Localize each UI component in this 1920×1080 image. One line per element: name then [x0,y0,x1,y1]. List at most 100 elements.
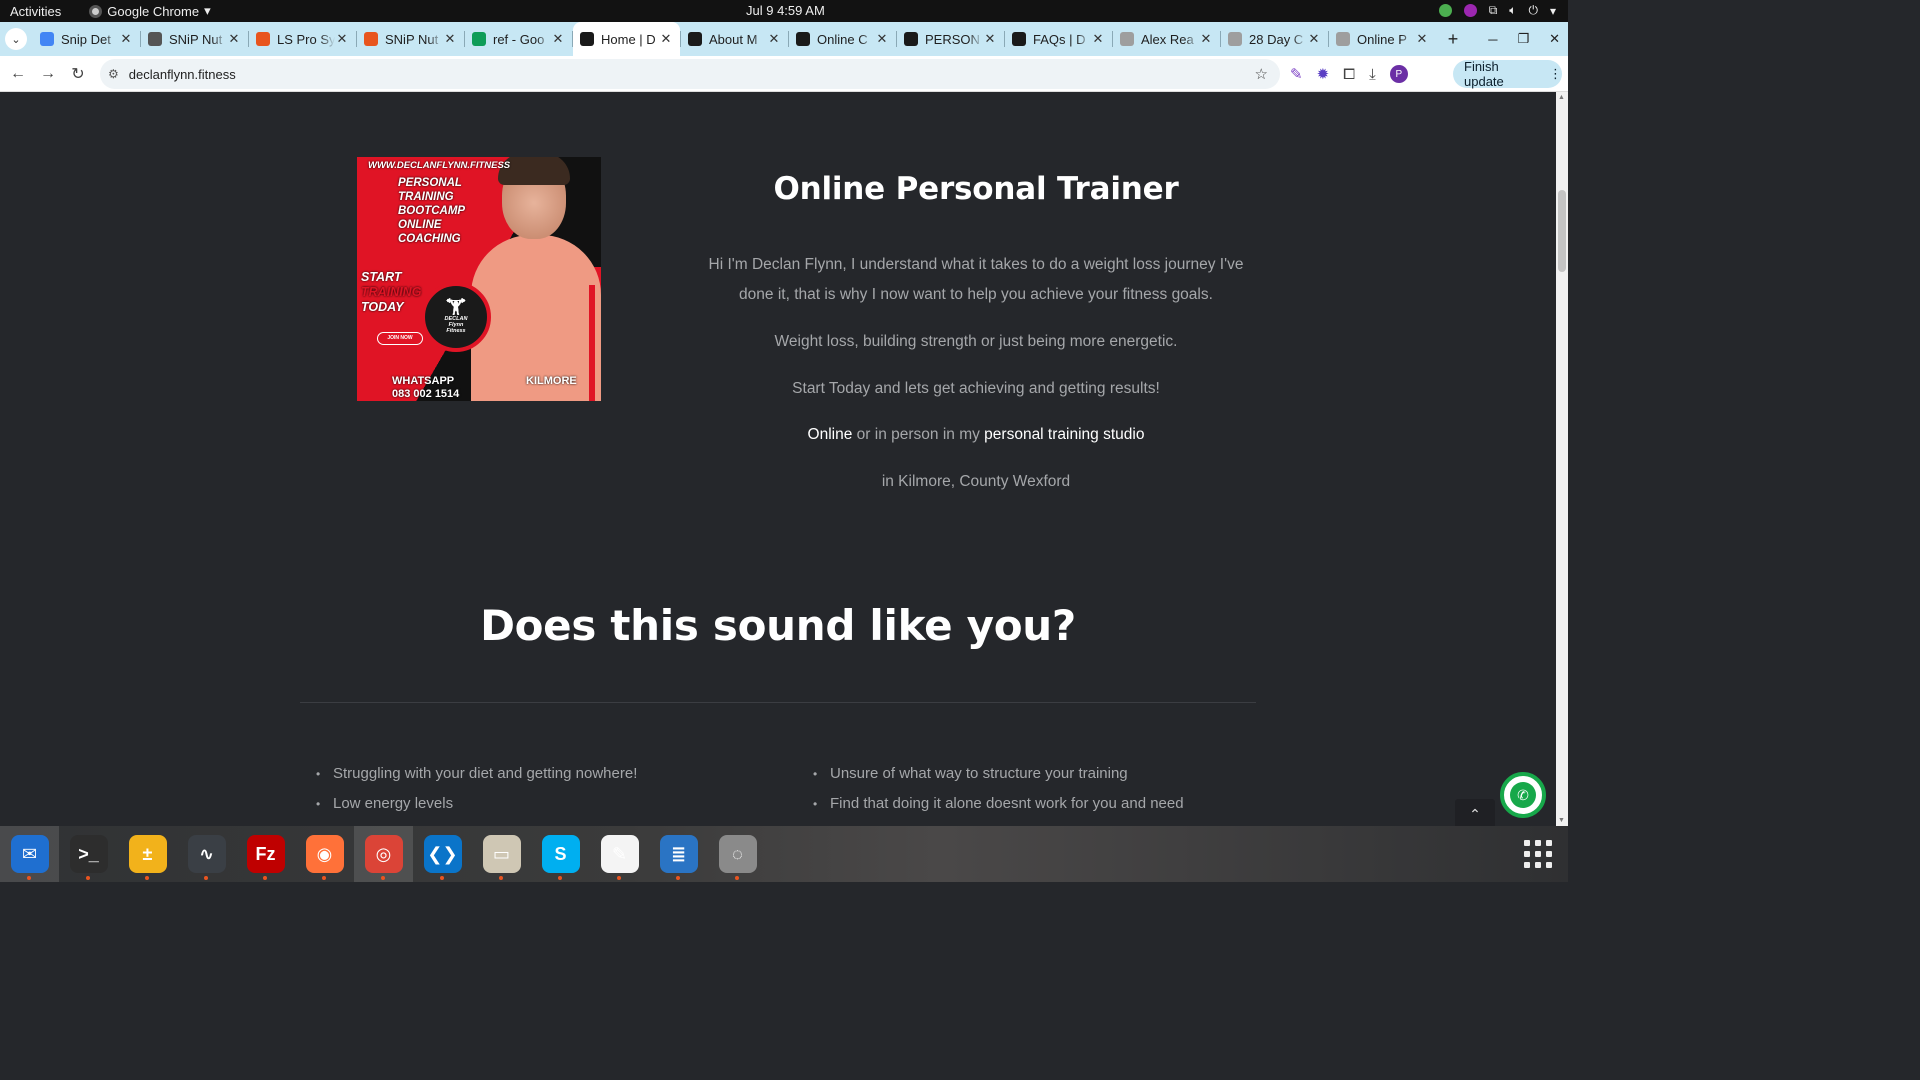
close-tab-icon[interactable]: ✕ [227,31,241,47]
browser-tab[interactable]: SNiP Nut ✕ [141,22,248,56]
whatsapp-chat-button[interactable]: ✆ [1500,772,1546,818]
pen-extension-icon[interactable]: ✎ [1290,65,1303,83]
tab-label: SNiP Nut [385,31,439,47]
new-tab-button[interactable]: + [1442,29,1464,50]
dock-item[interactable]: Fz [236,826,295,882]
browser-tab[interactable]: Online P ✕ [1329,22,1436,56]
intro-text: or in person in my [852,426,985,443]
dock-item[interactable]: ◎ [354,826,413,882]
df-icon [796,32,810,46]
tab-search-button[interactable]: ⌄ [5,28,27,50]
close-tab-icon[interactable]: ✕ [443,31,457,47]
browser-tab[interactable]: LS Pro Sy ✕ [249,22,356,56]
browser-tab[interactable]: Alex Rea ✕ [1113,22,1220,56]
more-menu-icon: ⋮ [1549,66,1562,81]
dock-item[interactable]: ◉ [295,826,354,882]
browser-tab[interactable]: PERSON ✕ [897,22,1004,56]
running-indicator [499,876,503,880]
personal-training-studio-link[interactable]: personal training studio [984,426,1144,443]
libreoffice-writer-icon: ≣ [659,835,698,873]
text-editor-icon: ✎ [600,835,639,873]
running-indicator [86,876,90,880]
browser-tab[interactable]: ref - Goo ✕ [465,22,572,56]
system-tray[interactable]: ⧉ 🔈︎ ⏻ ▾ [1438,3,1556,18]
close-tab-icon[interactable]: ✕ [659,31,673,47]
activities-button[interactable]: Activities [10,4,61,19]
download-icon[interactable]: ⤓ [1369,66,1376,83]
scroll-down-arrow[interactable]: ▼ [1558,817,1565,824]
promo-whatsapp: WHATSAPP 083 002 1514 [392,375,459,401]
dock-item[interactable]: ≣ [649,826,708,882]
network-icon[interactable]: ⧉ [1489,3,1498,18]
browser-tab[interactable]: SNiP Nut ✕ [357,22,464,56]
close-tab-icon[interactable]: ✕ [1199,31,1213,47]
volume-icon[interactable]: 🔈︎ [1509,3,1516,18]
clock[interactable]: Jul 9 4:59 AM [746,3,825,18]
close-tab-icon[interactable]: ✕ [1415,31,1429,47]
gear-extension-icon[interactable]: ✹ [1317,65,1330,83]
dock-item[interactable]: ✉ [0,826,59,882]
close-tab-icon[interactable]: ✕ [119,31,133,47]
scroll-up-arrow[interactable]: ▲ [1558,94,1565,101]
extension-tray-icon[interactable] [1463,4,1477,17]
close-tab-icon[interactable]: ✕ [335,31,349,47]
scrollbar-thumb[interactable] [1558,190,1566,272]
browser-tab[interactable]: About M ✕ [681,22,788,56]
browser-tab[interactable]: FAQs | D ✕ [1005,22,1112,56]
restore-icon[interactable]: ❐ [1517,31,1529,47]
toolbar-extensions: ✎ ✹ ⧠ ⤓ P [1290,56,1408,92]
online-link[interactable]: Online [808,426,853,443]
close-tab-icon[interactable]: ✕ [551,31,565,47]
close-tab-icon[interactable]: ✕ [983,31,997,47]
grid-dot [1535,862,1541,868]
chevron-down-icon[interactable]: ▾ [1550,4,1556,18]
browser-tab[interactable]: Snip Det ✕ [33,22,140,56]
browser-toolbar: ← → ↻ ⚙ declanflynn.fitness ☆ ✎ ✹ ⧠ ⤓ P … [0,56,1568,92]
reload-icon[interactable]: ↻ [63,64,93,84]
bookmark-star-icon[interactable]: ☆ [1255,65,1268,83]
dock-item[interactable]: ◌ [708,826,767,882]
forward-icon[interactable]: → [33,65,63,83]
intro-paragraph: Online or in person in my personal train… [700,420,1252,450]
browser-tab[interactable]: Online C ✕ [789,22,896,56]
intro-title: Online Personal Trainer [773,171,1179,207]
close-tab-icon[interactable]: ✕ [1091,31,1105,47]
dock-item[interactable]: ± [118,826,177,882]
browser-tab[interactable]: 28 Day C ✕ [1221,22,1328,56]
running-indicator [381,876,385,880]
tab-label: PERSON [925,31,980,47]
finish-update-button[interactable]: Finish update ⋮ [1453,59,1562,89]
running-indicator [322,876,326,880]
site-info-icon[interactable]: ⚙ [108,67,119,81]
minimize-icon[interactable]: ─ [1488,32,1497,47]
list-item: Find that doing it alone doesnt work for… [830,789,1184,819]
update-icon[interactable] [1438,4,1452,17]
dock-item[interactable]: ▭ [472,826,531,882]
close-tab-icon[interactable]: ✕ [1307,31,1321,47]
disk-utility-icon: ◌ [718,835,757,873]
close-tab-icon[interactable]: ✕ [875,31,889,47]
close-tab-icon[interactable]: ✕ [767,31,781,47]
app-menu[interactable]: Google Chrome ▾ [89,3,211,19]
chevron-up-icon: ⌃ [1469,805,1481,822]
page-icon [1336,32,1350,46]
dock-item[interactable]: ✎ [590,826,649,882]
profile-avatar[interactable]: P [1389,65,1408,83]
show-apps-button[interactable] [1508,826,1568,882]
address-bar[interactable]: ⚙ declanflynn.fitness ☆ [100,59,1280,89]
tab-label: SNiP Nut [169,31,223,47]
docs-icon [40,32,54,46]
page-scrollbar[interactable]: ▲ ▼ [1556,92,1568,826]
extensions-puzzle-icon[interactable]: ⧠ [1343,66,1355,83]
back-icon[interactable]: ← [3,65,33,83]
url-text[interactable]: declanflynn.fitness [129,67,236,82]
dock-item[interactable]: >_ [59,826,118,882]
dock-item[interactable]: ❮❯ [413,826,472,882]
scroll-to-top-button[interactable]: ⌃ [1455,799,1495,826]
close-window-icon[interactable]: ✕ [1549,31,1560,47]
intro-paragraph: Hi I'm Declan Flynn, I understand what i… [708,256,1244,303]
power-icon[interactable]: ⏻ [1528,3,1538,18]
dock-item[interactable]: S [531,826,590,882]
browser-tab[interactable]: Home | D ✕ [573,22,680,56]
dock-item[interactable]: ∿ [177,826,236,882]
